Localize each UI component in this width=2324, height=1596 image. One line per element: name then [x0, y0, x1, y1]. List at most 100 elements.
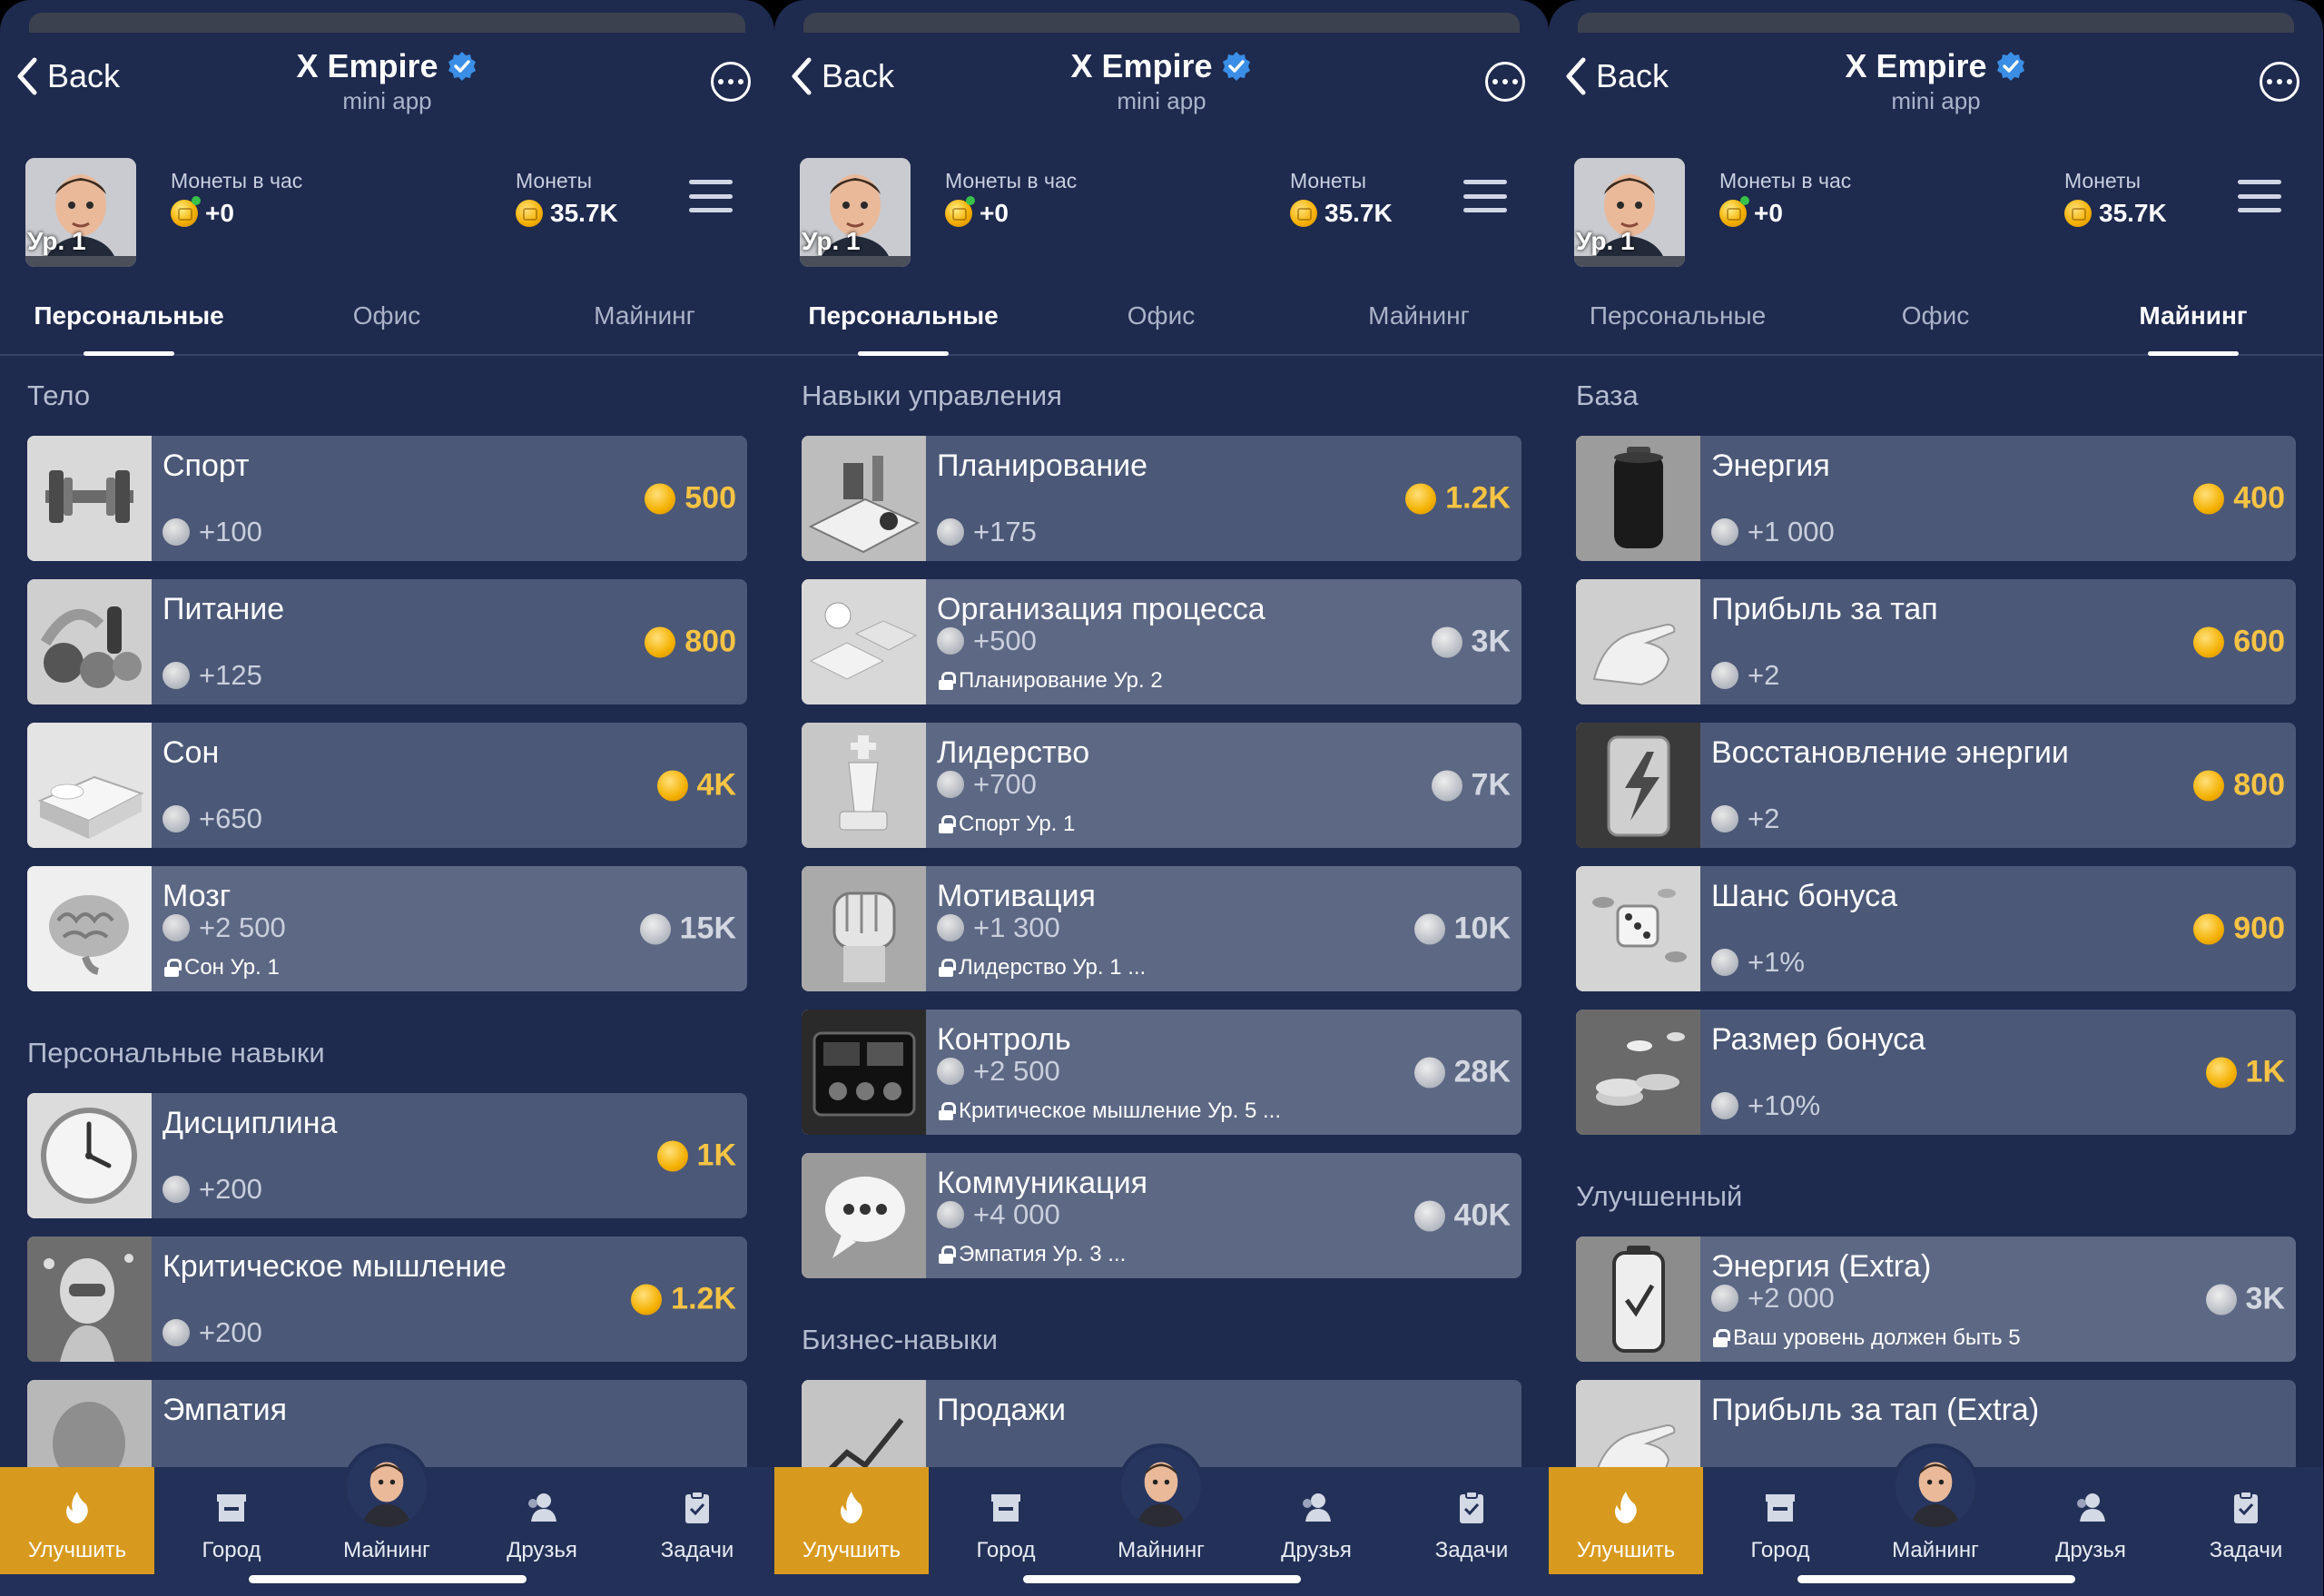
upgrade-card[interactable]: Мотивация +1 300 Лидерство Ур. 1 ... 10K — [802, 866, 1521, 991]
tab-mining[interactable]: Майнинг — [594, 301, 695, 330]
upgrade-card[interactable]: Дисциплина +200 1K — [27, 1093, 747, 1218]
upgrade-card[interactable]: Планирование +175 1.2K — [802, 436, 1521, 561]
tab-personal[interactable]: Персональные — [34, 301, 223, 330]
nav-city[interactable]: Город — [1703, 1467, 1857, 1574]
upgrade-card[interactable]: Энергия +1 000 400 — [1576, 436, 2296, 561]
title-block: X Empire mini app — [0, 47, 774, 115]
tab-office[interactable]: Офис — [1902, 301, 1969, 330]
card-income: +4 000 — [937, 1198, 1060, 1231]
nav-city[interactable]: Город — [929, 1467, 1083, 1574]
upgrade-card[interactable]: Размер бонуса +10% 1K — [1576, 1010, 2296, 1135]
upgrade-card[interactable]: Коммуникация +4 000 Эмпатия Ур. 3 ... 40K — [802, 1153, 1521, 1278]
card-title: Энергия (Extra) — [1711, 1249, 1932, 1284]
card-income-value: +500 — [973, 625, 1037, 656]
coins-per-hour-value: +0 — [205, 199, 234, 227]
card-price-value: 400 — [2233, 480, 2285, 516]
upgrade-card[interactable]: Шанс бонуса +1% 900 — [1576, 866, 2296, 991]
card-price: 900 — [2193, 911, 2285, 947]
card-price: 1.2K — [1405, 481, 1511, 517]
more-options-icon[interactable] — [711, 62, 751, 102]
more-options-icon[interactable] — [1485, 62, 1525, 102]
avatar[interactable]: Ур. 1 — [1574, 158, 1685, 267]
card-title: Эмпатия — [162, 1393, 287, 1427]
upgrade-card[interactable]: Спорт +100 500 — [27, 436, 747, 561]
nav-mining[interactable]: Майнинг — [1858, 1443, 2013, 1574]
upgrade-card[interactable]: Сон +650 4K — [27, 723, 747, 848]
nav-mining[interactable]: Майнинг — [310, 1443, 464, 1574]
nav-upgrade[interactable]: Улучшить — [774, 1467, 929, 1574]
lock-icon — [939, 1246, 956, 1264]
card-income: +10% — [1711, 1089, 1820, 1122]
avatar[interactable]: Ур. 1 — [800, 158, 911, 267]
card-price: 800 — [645, 625, 736, 660]
home-indicator — [1797, 1575, 2075, 1583]
card-price: 3K — [1431, 625, 1511, 660]
card-income-value: +2 500 — [973, 1055, 1060, 1087]
lock-icon — [939, 1102, 956, 1120]
upgrade-card[interactable]: Контроль +2 500 Критическое мышление Ур. 5… — [802, 1010, 1521, 1135]
upgrade-card[interactable]: Восстановление энергии +2 800 — [1576, 723, 2296, 848]
nav-upgrade[interactable]: Улучшить — [1549, 1467, 1703, 1574]
dumbbell-icon — [27, 436, 152, 561]
tab-personal[interactable]: Персональные — [808, 301, 998, 330]
price-coin-icon — [645, 626, 676, 657]
upgrade-card[interactable]: Питание +125 800 — [27, 579, 747, 704]
card-price-value: 1K — [2245, 1054, 2285, 1089]
upgrade-card[interactable]: Критическое мышление +200 1.2K — [27, 1236, 747, 1362]
price-coin-icon — [2193, 626, 2225, 657]
tab-office[interactable]: Офис — [1128, 301, 1195, 330]
hamburger-menu-icon[interactable] — [689, 180, 733, 212]
card-income: +2 — [1711, 659, 1779, 692]
more-options-icon[interactable] — [2260, 62, 2299, 102]
hamburger-menu-icon[interactable] — [1463, 180, 1507, 212]
upgrade-card[interactable]: Лидерство +700 Спорт Ур. 1 7K — [802, 723, 1521, 848]
sheet-handle — [803, 13, 1520, 33]
category-tabs: Персональные Офис Майнинг — [774, 291, 1549, 356]
card-income: +2 000 — [1711, 1282, 1835, 1315]
card-price: 15K — [639, 911, 736, 947]
nav-mining[interactable]: Майнинг — [1084, 1443, 1238, 1574]
upgrade-card[interactable]: Энергия (Extra) +2 000 Ваш уровень должен … — [1576, 1236, 2296, 1362]
coins-balance-label: Монеты — [1290, 169, 1367, 192]
income-coin-icon — [937, 627, 964, 655]
income-coin-icon — [1711, 1092, 1738, 1119]
tab-office[interactable]: Офис — [353, 301, 420, 330]
nav-tasks[interactable]: Задачи — [2169, 1467, 2323, 1574]
nav-tasks[interactable]: Задачи — [1394, 1467, 1549, 1574]
app-title: X Empire — [1070, 47, 1213, 84]
nav-city[interactable]: Город — [154, 1467, 309, 1574]
card-title: Контроль — [937, 1022, 1071, 1057]
card-income: +175 — [937, 516, 1037, 548]
bottom-navigation: Улучшить Город Майнинг Друзья Задачи — [1549, 1443, 2323, 1596]
clipboard-icon — [685, 1491, 709, 1523]
avatar[interactable]: Ур. 1 — [25, 158, 136, 267]
level-progress-bar — [25, 256, 136, 267]
tab-personal[interactable]: Персональные — [1590, 301, 1766, 330]
tab-mining[interactable]: Майнинг — [1368, 301, 1470, 330]
nav-friends[interactable]: Друзья — [465, 1467, 619, 1574]
nav-tasks[interactable]: Задачи — [620, 1467, 774, 1574]
income-coin-icon — [162, 1319, 190, 1346]
nav-upgrade[interactable]: Улучшить — [0, 1467, 154, 1574]
fruits-icon — [27, 579, 152, 704]
bed-icon — [27, 723, 152, 848]
active-tab-indicator — [858, 351, 949, 356]
card-income: +1 000 — [1711, 516, 1835, 548]
coins-per-hour: Монеты в час +0 — [171, 169, 302, 228]
section-title: Улучшенный — [1576, 1180, 1743, 1212]
upgrade-card[interactable]: Прибыль за тап +2 600 — [1576, 579, 2296, 704]
tab-mining[interactable]: Майнинг — [2139, 301, 2247, 330]
building-icon — [991, 1494, 1020, 1522]
upgrade-card[interactable]: Организация процесса +500 Планирование Ур.… — [802, 579, 1521, 704]
nav-friends[interactable]: Друзья — [1239, 1467, 1393, 1574]
sheet-handle — [29, 13, 745, 33]
upgrade-card[interactable]: Мозг +2 500 Сон Ур. 1 15K — [27, 866, 747, 991]
home-indicator — [1022, 1575, 1301, 1583]
bottom-navigation: Улучшить Город Майнинг Друзья Задачи — [0, 1443, 774, 1596]
hamburger-menu-icon[interactable] — [2238, 180, 2281, 212]
category-tabs: Персональные Офис Майнинг — [1549, 291, 2323, 356]
coins-per-hour-value: +0 — [980, 199, 1009, 227]
price-coin-icon — [645, 483, 676, 514]
nav-friends[interactable]: Друзья — [2014, 1467, 2168, 1574]
building-icon — [1766, 1494, 1795, 1522]
